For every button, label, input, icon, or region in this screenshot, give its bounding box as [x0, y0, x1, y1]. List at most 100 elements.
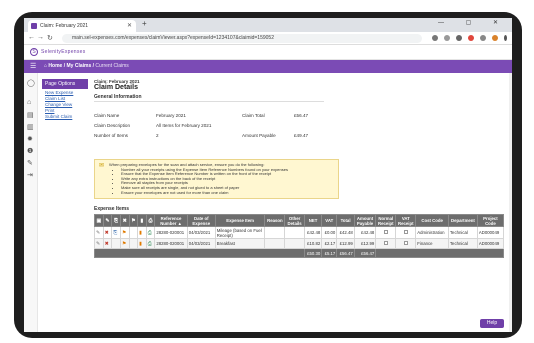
cell-other-details: [284, 238, 305, 249]
link-change-view[interactable]: Change View: [42, 102, 88, 107]
col-normal-receipt[interactable]: Normal Receipt: [375, 214, 397, 227]
user-icon[interactable]: ◯: [27, 79, 35, 87]
row-receipt-icon[interactable]: ▮: [137, 238, 147, 249]
col-date[interactable]: Date of Expense: [186, 214, 216, 227]
vertical-scrollbar[interactable]: [509, 73, 512, 332]
cell-reference: 28280-020001: [154, 226, 188, 239]
total-net: £50.30: [303, 248, 323, 258]
col-project-code[interactable]: Project Code: [476, 214, 505, 227]
tab-strip: Claim: February 2021 ✕ + — ▢ ✕: [24, 18, 512, 32]
table-row[interactable]: ✎ ✖ ⎘ ⚑ ▮ ⎙ 28280-020001 04/03/2021 Mile…: [94, 226, 505, 239]
col-vat-receipt[interactable]: VAT Receipt: [395, 214, 417, 227]
breadcrumb-home[interactable]: Home: [48, 63, 62, 69]
link-new-expense[interactable]: New Expense: [42, 90, 88, 95]
notice-item: Ensure your envelopes are not used for m…: [121, 190, 334, 196]
reports-icon[interactable]: ▥: [27, 123, 34, 131]
row-flag-icon[interactable]: ⚑: [119, 238, 130, 249]
menu-dots-icon[interactable]: [504, 35, 507, 41]
extension-icon[interactable]: [456, 35, 462, 41]
receipt-col-icon: ▮: [137, 214, 147, 227]
col-net[interactable]: NET: [303, 214, 323, 227]
attach-col-icon: ⎙: [145, 214, 156, 227]
col-total[interactable]: Total: [336, 214, 355, 227]
claims-icon[interactable]: ▤: [27, 111, 34, 119]
row-duplicate-icon[interactable]: ⎘: [111, 226, 121, 239]
vat-receipt-checkbox[interactable]: [395, 238, 417, 249]
row-flag-icon[interactable]: ⚑: [119, 226, 130, 239]
cell-department: Technical: [447, 226, 478, 239]
col-vat[interactable]: VAT: [321, 214, 338, 227]
row-edit-icon[interactable]: ✎: [94, 226, 104, 239]
row-attach-icon[interactable]: ⎙: [145, 238, 156, 249]
breadcrumb-claims[interactable]: My Claims: [67, 63, 92, 69]
settings-icon[interactable]: ✹: [27, 135, 33, 143]
home-icon[interactable]: ⌂: [44, 63, 47, 69]
cell-project-code: AD000049: [476, 226, 505, 239]
avatar[interactable]: [492, 35, 498, 41]
cell-expense-item: Mileage (based on Fuel Receipt): [214, 226, 266, 239]
link-print[interactable]: Print: [42, 108, 88, 113]
logo-text: SelenityExpenses: [41, 49, 86, 55]
row-receipt-icon[interactable]: ▮: [137, 226, 147, 239]
cell-net: £42.48: [303, 226, 323, 239]
window-controls[interactable]: — ▢ ✕: [438, 19, 508, 26]
opera-icon[interactable]: [468, 35, 474, 41]
edit-icon[interactable]: ✎: [27, 159, 33, 167]
vat-receipt-checkbox[interactable]: [395, 226, 417, 239]
brand-bar: S SelenityExpenses: [24, 45, 512, 60]
delete-col-icon: ✖: [119, 214, 130, 227]
total-payable: £56.47: [353, 248, 377, 258]
url-field[interactable]: main.sel-expenses.com/expenses/claimView…: [62, 34, 422, 43]
search-icon[interactable]: [432, 35, 438, 41]
edit-col-icon: ✎: [102, 214, 113, 227]
warning-icon: ✉: [99, 163, 105, 169]
total-total: £56.47: [336, 248, 355, 258]
star-icon[interactable]: [444, 35, 450, 41]
link-submit-claim[interactable]: Submit Claim: [42, 114, 88, 119]
home-rail-icon[interactable]: ⌂: [27, 99, 31, 106]
tab-close-icon[interactable]: ✕: [127, 20, 132, 32]
row-delete-icon[interactable]: ✖: [102, 238, 113, 249]
hamburger-icon[interactable]: ☰: [30, 62, 36, 70]
claim-desc-label: Claim Description: [94, 123, 130, 128]
items-count-label: Number of Items: [94, 133, 128, 138]
scan-notice: ✉ When preparing envelopes for the scan …: [94, 159, 339, 199]
claim-main: Claim: February 2021 Claim Details Gener…: [94, 79, 505, 258]
col-amount-payable[interactable]: Amount Payable: [353, 214, 377, 227]
cell-total: £42.48: [336, 226, 355, 239]
col-reason[interactable]: Reason: [264, 214, 286, 227]
col-expense-item[interactable]: Expense Item: [214, 214, 266, 227]
col-other-details[interactable]: Other Details: [284, 214, 305, 227]
info-icon[interactable]: ❶: [27, 147, 33, 155]
cell-cost-code: Finance: [415, 238, 449, 249]
profile-icon[interactable]: [480, 35, 486, 41]
claim-total-value: £56.47: [294, 113, 309, 118]
cell-amount-payable: £12.99: [353, 238, 377, 249]
row-edit-icon[interactable]: ✎: [94, 238, 104, 249]
claim-name-value: February 2021: [156, 113, 186, 118]
claim-total-label: Claim Total: [242, 113, 265, 118]
normal-receipt-checkbox[interactable]: [375, 238, 397, 249]
back-icon[interactable]: ←: [28, 34, 35, 41]
normal-receipt-checkbox[interactable]: [375, 226, 397, 239]
row-attach-icon[interactable]: ⎙: [145, 226, 156, 239]
browser-tab[interactable]: Claim: February 2021 ✕: [28, 20, 136, 32]
col-reference[interactable]: Reference Number ▲: [154, 214, 188, 227]
general-info-header: General Information: [94, 94, 324, 102]
new-tab-button[interactable]: +: [142, 19, 147, 28]
help-button[interactable]: Help: [480, 319, 504, 328]
url-text: main.sel-expenses.com/expenses/claimView…: [72, 35, 274, 41]
screen: Claim: February 2021 ✕ + — ▢ ✕ ← → ↻ mai…: [24, 18, 512, 332]
breadcrumb: ⌂ Home / My Claims / Current Claims: [44, 63, 129, 69]
link-claim-list[interactable]: Claim List: [42, 96, 88, 101]
col-cost-code[interactable]: Cost Code: [415, 214, 449, 227]
table-row[interactable]: ✎ ✖ ⚑ ▮ ⎙ 28280-020001 04/03/2021 Breakf…: [94, 238, 505, 249]
forward-icon[interactable]: →: [37, 34, 44, 41]
row-delete-icon[interactable]: ✖: [102, 226, 113, 239]
page-options-header: Page Options: [42, 79, 88, 89]
select-all-icon[interactable]: ▣: [94, 214, 104, 227]
reload-icon[interactable]: ↻: [47, 34, 53, 42]
col-department[interactable]: Department: [447, 214, 478, 227]
total-vat: £5.17: [321, 248, 338, 258]
logout-icon[interactable]: ⇥: [27, 171, 33, 179]
